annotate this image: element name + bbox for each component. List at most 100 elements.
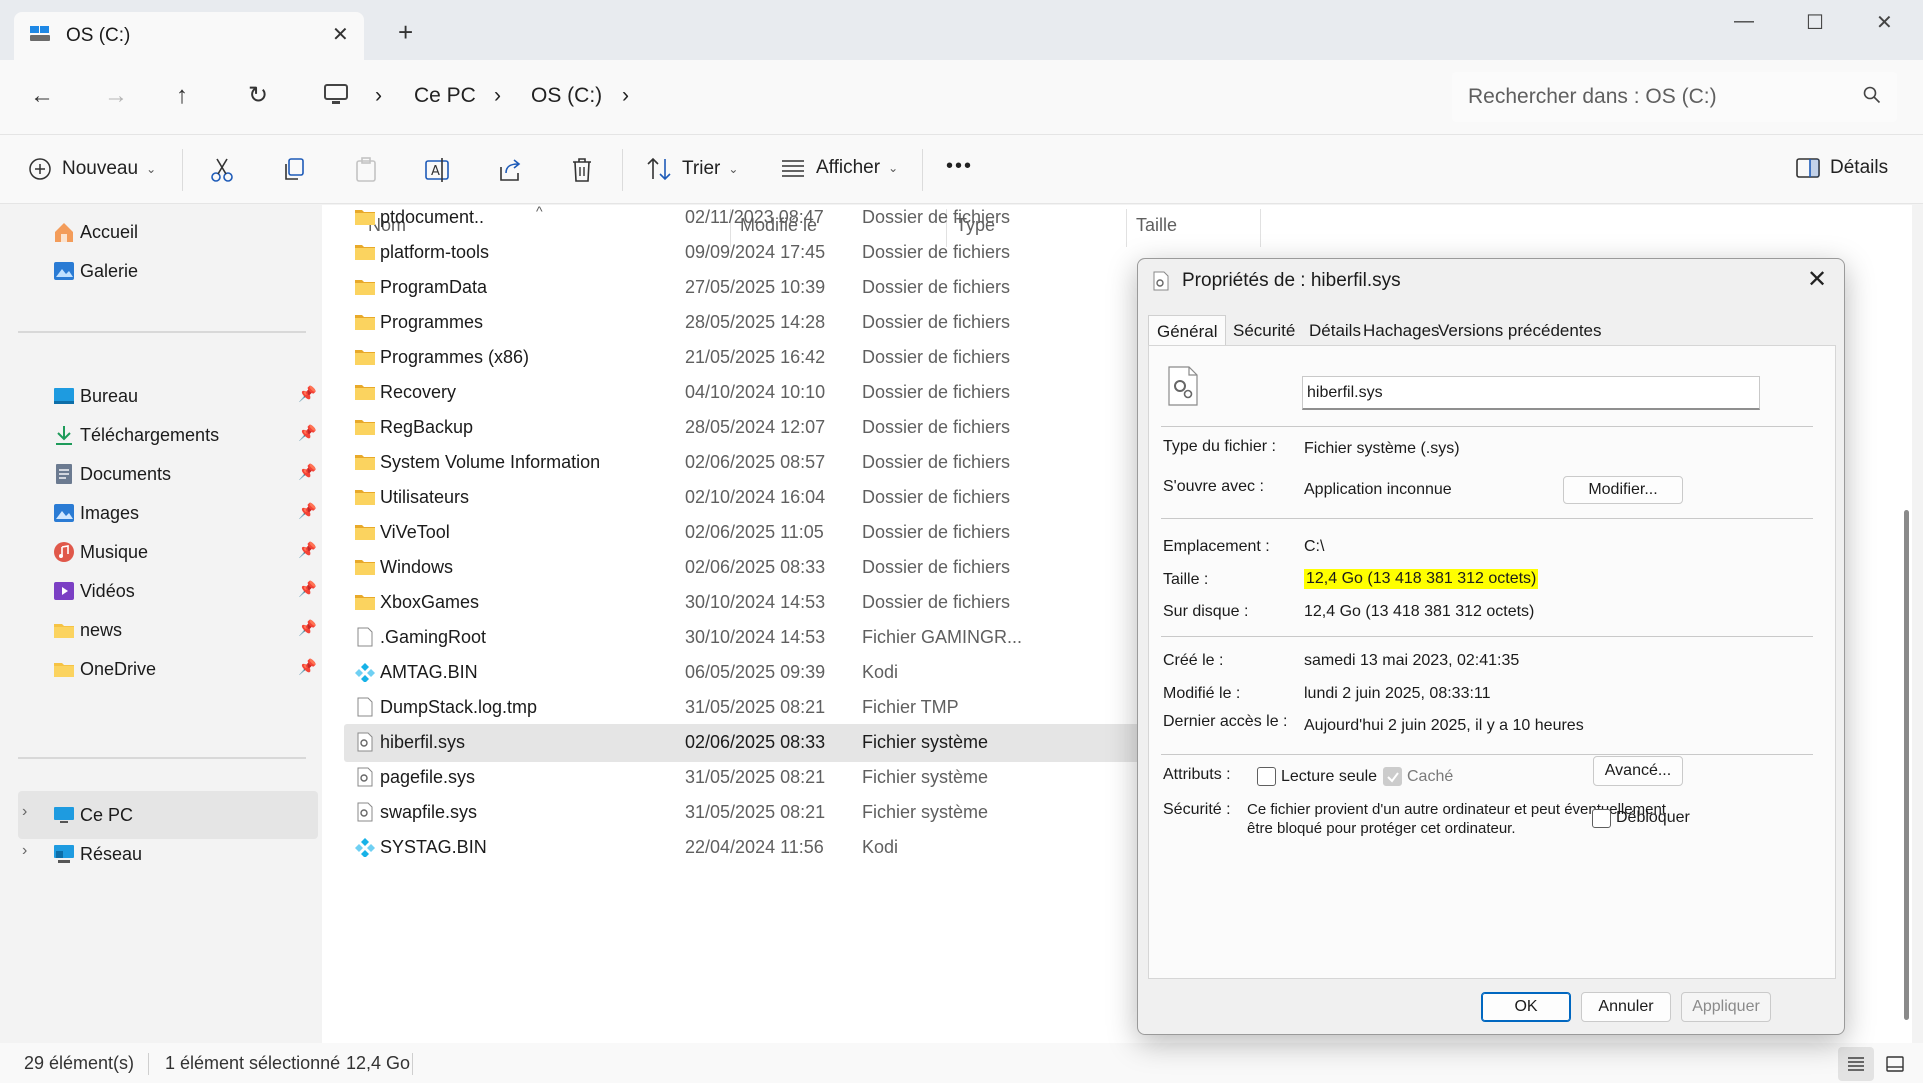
details-view-toggle[interactable]	[1838, 1047, 1874, 1081]
tab-details[interactable]: Détails	[1309, 321, 1361, 341]
copy-icon[interactable]	[282, 157, 306, 183]
rename-icon[interactable]: A	[424, 157, 452, 183]
unblock-checkbox[interactable]	[1592, 809, 1611, 828]
label-size: Taille :	[1163, 571, 1209, 588]
hidden-checkbox[interactable]	[1383, 767, 1402, 786]
modify-button[interactable]: Modifier...	[1563, 476, 1683, 504]
file-name: SYSTAG.BIN	[380, 837, 487, 857]
sidebar-item-documents[interactable]: Documents	[52, 459, 171, 489]
sidebar-item-galerie[interactable]: Galerie	[52, 256, 138, 286]
system-file-icon	[1153, 271, 1169, 291]
value-created: samedi 13 mai 2023, 02:41:35	[1304, 652, 1520, 669]
general-tab-panel: hiberfil.sys Type du fichier : Fichier s…	[1148, 345, 1836, 979]
file-name: Utilisateurs	[380, 487, 470, 507]
apply-button[interactable]: Appliquer	[1681, 992, 1771, 1022]
advanced-button[interactable]: Avancé...	[1593, 756, 1683, 786]
tiles-view-icon[interactable]	[1886, 1056, 1904, 1072]
label-opens-with: S'ouvre avec :	[1163, 478, 1264, 495]
expand-chevron-icon[interactable]: ›	[22, 803, 27, 821]
label-created: Créé le :	[1163, 652, 1224, 669]
folder-icon	[355, 280, 375, 295]
download-icon	[56, 426, 72, 445]
breadcrumb-os-c[interactable]: OS (C:)	[531, 84, 602, 108]
value-accessed: Aujourd'hui 2 juin 2025, il y a 10 heure…	[1304, 717, 1584, 734]
folder-icon	[355, 595, 375, 610]
system-file-large-icon	[1168, 366, 1198, 406]
file-modified: 28/05/2024 12:07	[685, 417, 826, 437]
address-bar[interactable]	[310, 72, 1430, 122]
tab-securite[interactable]: Sécurité	[1233, 321, 1295, 341]
sidebar-item-images[interactable]: Images	[52, 498, 139, 528]
sidebar-item-ce-pc[interactable]: Ce PC	[52, 800, 133, 830]
up-button[interactable]: ↑	[176, 82, 188, 110]
sidebar-item-label: OneDrive	[80, 658, 157, 679]
file-modified: 02/06/2025 11:05	[685, 522, 824, 542]
file-type: Dossier de fichiers	[862, 592, 1011, 612]
file-name: hiberfil.sys	[380, 732, 466, 752]
tab-versions-precedentes[interactable]: Versions précédentes	[1438, 321, 1602, 341]
file-modified: 21/05/2025 16:42	[685, 347, 826, 367]
ok-button[interactable]: OK	[1481, 992, 1571, 1022]
share-icon[interactable]	[498, 157, 524, 183]
sidebar-item-musique[interactable]: Musique	[52, 537, 148, 567]
sidebar-item-videos[interactable]: Vidéos	[52, 576, 135, 606]
forward-button[interactable]: →	[104, 82, 128, 110]
file-icon	[357, 627, 373, 647]
view-list-icon	[782, 160, 804, 177]
refresh-button[interactable]: ↻	[248, 82, 268, 110]
new-tab-button[interactable]: +	[398, 19, 413, 45]
label-on-disk: Sur disque :	[1163, 603, 1249, 620]
sidebar-item-accueil[interactable]: Accueil	[52, 217, 138, 247]
breadcrumb-separator[interactable]: ›	[622, 84, 629, 108]
sidebar-item-bureau[interactable]: Bureau	[52, 381, 138, 411]
readonly-checkbox[interactable]	[1257, 767, 1276, 786]
sidebar-item-label: Réseau	[80, 843, 143, 864]
sidebar-item-onedrive[interactable]: OneDrive	[52, 654, 156, 684]
sidebar-item-telechargements[interactable]: Téléchargements	[52, 420, 219, 450]
tab-close-icon[interactable]: ✕	[332, 22, 349, 47]
breadcrumb-ce-pc[interactable]: Ce PC	[414, 84, 476, 108]
sidebar-item-news[interactable]: news	[52, 615, 122, 645]
file-name: ptdocument..	[380, 207, 485, 227]
view-button[interactable]: Afficher ⌄	[780, 157, 898, 179]
cut-icon[interactable]	[210, 157, 234, 183]
search-input[interactable]: Rechercher dans : OS (C:)	[1452, 72, 1897, 122]
desktop-icon	[54, 388, 74, 404]
sidebar-divider	[18, 331, 306, 333]
vertical-scrollbar[interactable]	[1904, 510, 1909, 1020]
file-modified: 27/05/2025 10:39	[685, 277, 826, 297]
tab-os-c[interactable]: OS (C:) ✕	[14, 12, 364, 60]
label-location: Emplacement :	[1163, 538, 1270, 555]
expand-chevron-icon[interactable]: ›	[22, 842, 27, 860]
file-modified: 30/10/2024 14:53	[685, 627, 826, 647]
network-icon	[54, 845, 74, 863]
sort-button[interactable]: Trier ⌄	[646, 157, 738, 181]
table-row[interactable]: ptdocument.. 02/11/2023 08:47 Dossier de f…	[344, 199, 1454, 237]
sidebar-item-reseau[interactable]: Réseau	[52, 839, 142, 869]
paste-icon[interactable]	[354, 157, 378, 183]
dialog-close-button[interactable]: ✕	[1807, 265, 1827, 294]
tab-general[interactable]: Général	[1148, 315, 1227, 346]
cancel-button[interactable]: Annuler	[1581, 992, 1671, 1022]
back-button[interactable]: ←	[30, 82, 54, 110]
close-window-button[interactable]: ✕	[1876, 10, 1893, 35]
file-modified: 31/05/2025 08:21	[685, 767, 826, 787]
filename-field[interactable]: hiberfil.sys	[1302, 376, 1760, 410]
home-icon	[55, 223, 73, 242]
file-name: ProgramData	[380, 277, 488, 297]
more-options-button[interactable]: •••	[946, 155, 973, 178]
folder-icon	[54, 663, 74, 677]
details-pane-button[interactable]: Détails	[1796, 157, 1888, 179]
details-view-icon	[1848, 1057, 1864, 1071]
new-button[interactable]: Nouveau ⌄	[28, 157, 156, 181]
value-file-type: Fichier système (.sys)	[1304, 440, 1460, 457]
minimize-button[interactable]: —	[1734, 10, 1754, 33]
file-name: platform-tools	[380, 242, 490, 262]
file-type: Dossier de fichiers	[862, 382, 1011, 402]
value-location: C:\	[1304, 538, 1325, 555]
delete-icon[interactable]	[570, 157, 594, 183]
svg-text:A: A	[431, 164, 440, 179]
maximize-button[interactable]: ☐	[1806, 10, 1824, 35]
tab-hachages[interactable]: Hachages	[1363, 321, 1440, 341]
file-type: Fichier GAMINGR...	[862, 627, 1023, 647]
